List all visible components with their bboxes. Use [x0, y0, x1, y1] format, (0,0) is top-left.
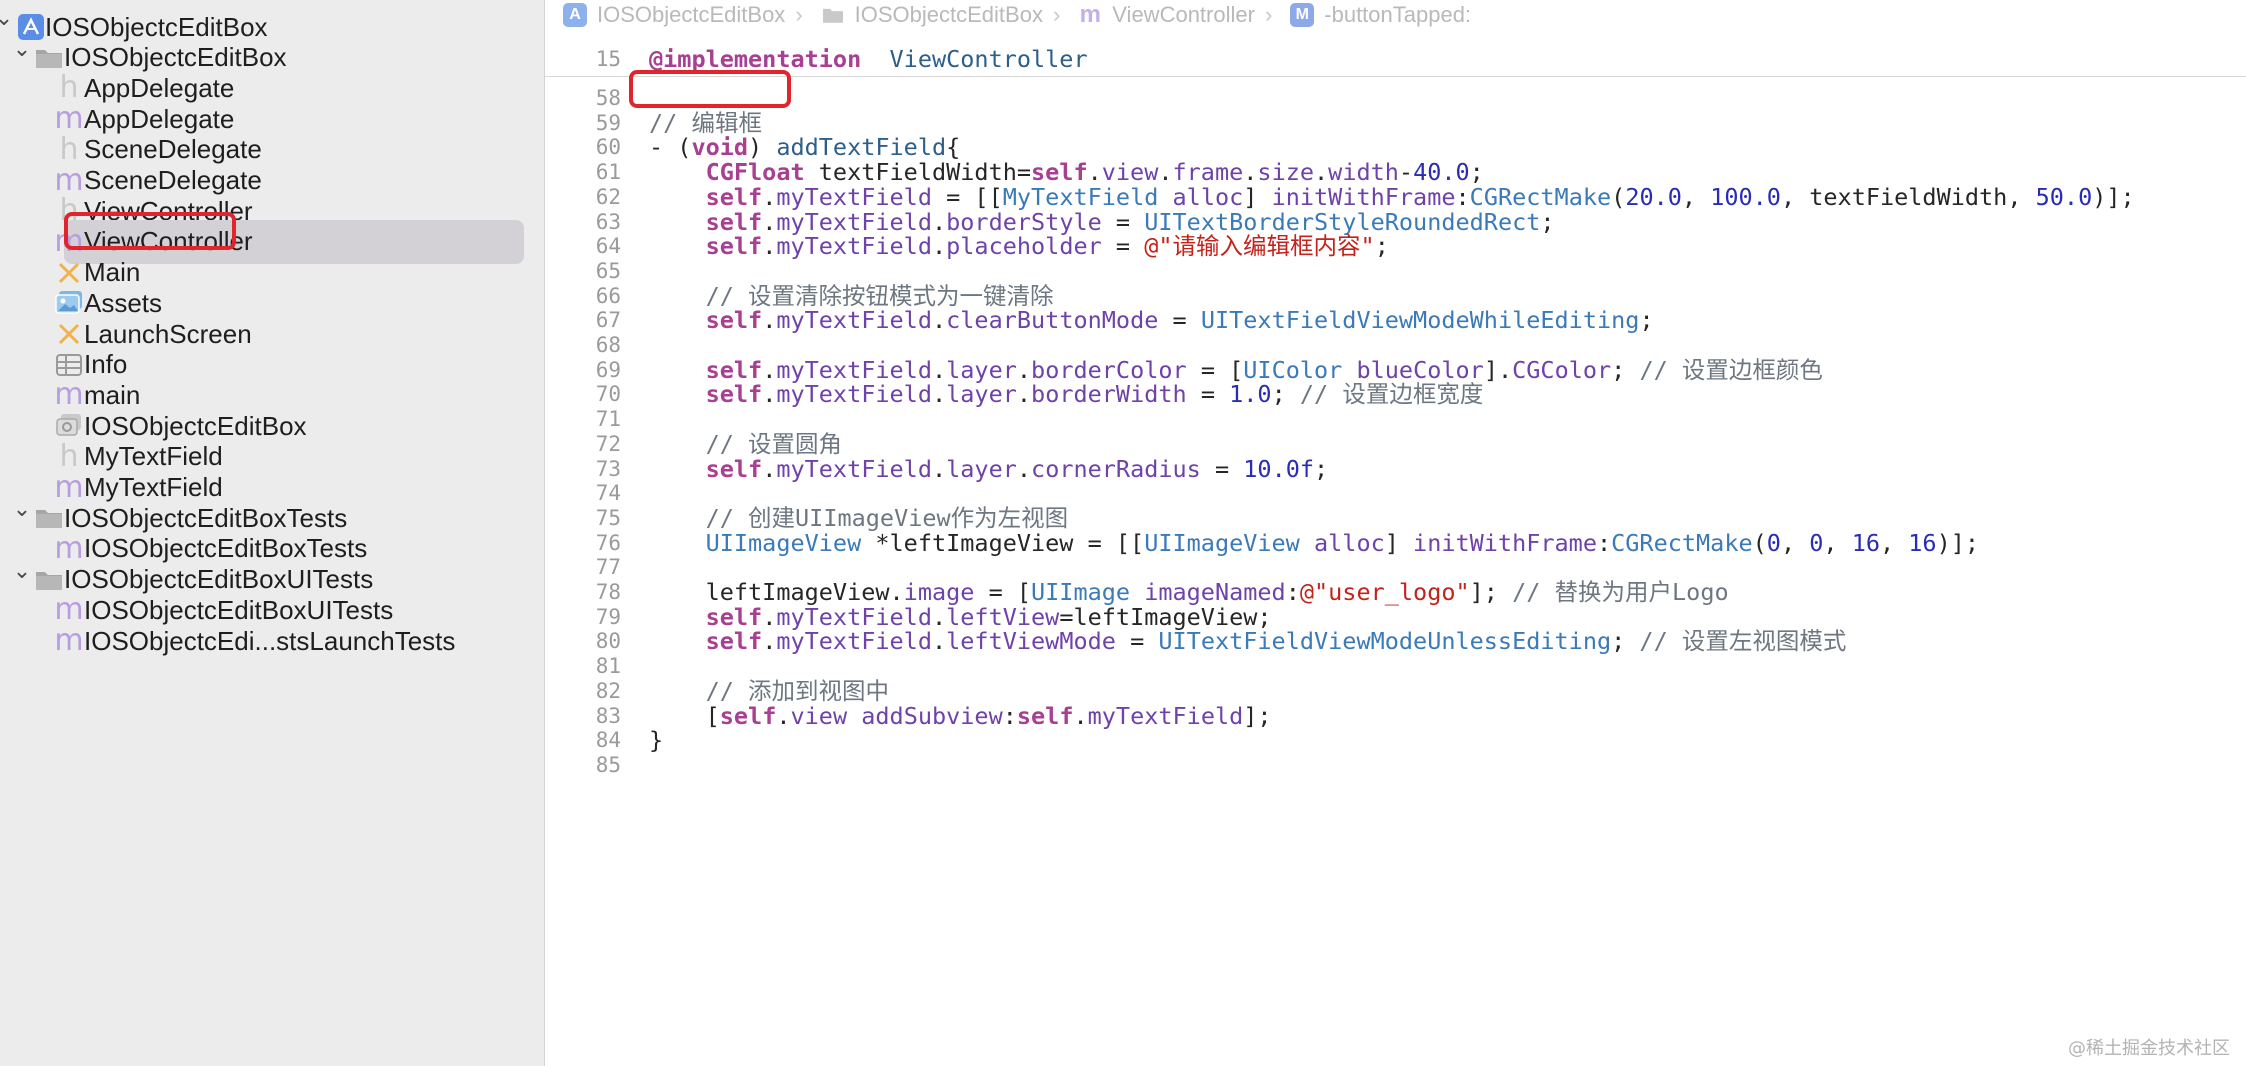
folder-icon	[821, 3, 845, 27]
line-number: 15	[595, 47, 621, 71]
jump-bar-crumb[interactable]: m ViewController	[1078, 1, 1255, 28]
sticky-scope-header: 15 @implementation ViewController	[545, 42, 2246, 77]
navigator-item-iosobjectcedi-stslaunchtests-m[interactable]: m IOSObjectcEdi...stsLaunchTests	[0, 621, 544, 661]
highlight-box-comment	[629, 70, 791, 108]
chevron-right-icon: ›	[795, 2, 803, 27]
jump-bar-crumb-label: IOSObjectcEditBox	[597, 2, 786, 27]
chevron-right-icon: ›	[1264, 2, 1273, 27]
disclosure-chevron-icon[interactable]: ⌄	[12, 496, 32, 522]
navigator-item-label: IOSObjectcEdi...stsLaunchTests	[84, 625, 456, 656]
disclosure-chevron-icon[interactable]: ⌄	[12, 558, 32, 584]
method-icon: M	[1290, 3, 1315, 27]
jump-bar-crumb-label: ViewController	[1112, 2, 1255, 27]
jump-bar-crumb-label: IOSObjectcEditBox	[854, 2, 1043, 27]
objc-file-icon: m	[54, 623, 84, 658]
code-line-85: 85	[545, 748, 2246, 782]
objc-file-icon: m	[1079, 1, 1101, 28]
disclosure-chevron-icon[interactable]: ⌄	[0, 5, 14, 31]
jump-bar-crumb[interactable]: IOSObjectcEditBox	[821, 2, 1043, 28]
chevron-right-icon: ›	[1052, 2, 1061, 27]
disclosure-chevron-icon[interactable]: ⌄	[12, 36, 32, 62]
project-icon: A	[563, 3, 587, 27]
watermark: @稀土掘金技术社区	[2068, 1038, 2230, 1059]
jump-bar: A IOSObjectcEditBox › IOSObjectcEditBox › m Vi…	[545, 0, 2246, 30]
jump-bar-crumb[interactable]: A IOSObjectcEditBox	[563, 2, 785, 28]
jump-bar-crumb-label: -buttonTapped:	[1324, 2, 1472, 27]
jump-bar-crumb[interactable]: M -buttonTapped:	[1290, 2, 1471, 28]
project-navigator: ⌄IOSObjectcEditBox⌄IOSObjectcEditBoxhApp…	[0, 0, 545, 1066]
source-editor[interactable]: A IOSObjectcEditBox › IOSObjectcEditBox › m Vi…	[545, 0, 2246, 1066]
line-number: 85	[595, 752, 621, 777]
highlight-box-viewcontroller	[64, 212, 236, 250]
sticky-implementation-line: 15 @implementation ViewController	[545, 42, 2246, 76]
